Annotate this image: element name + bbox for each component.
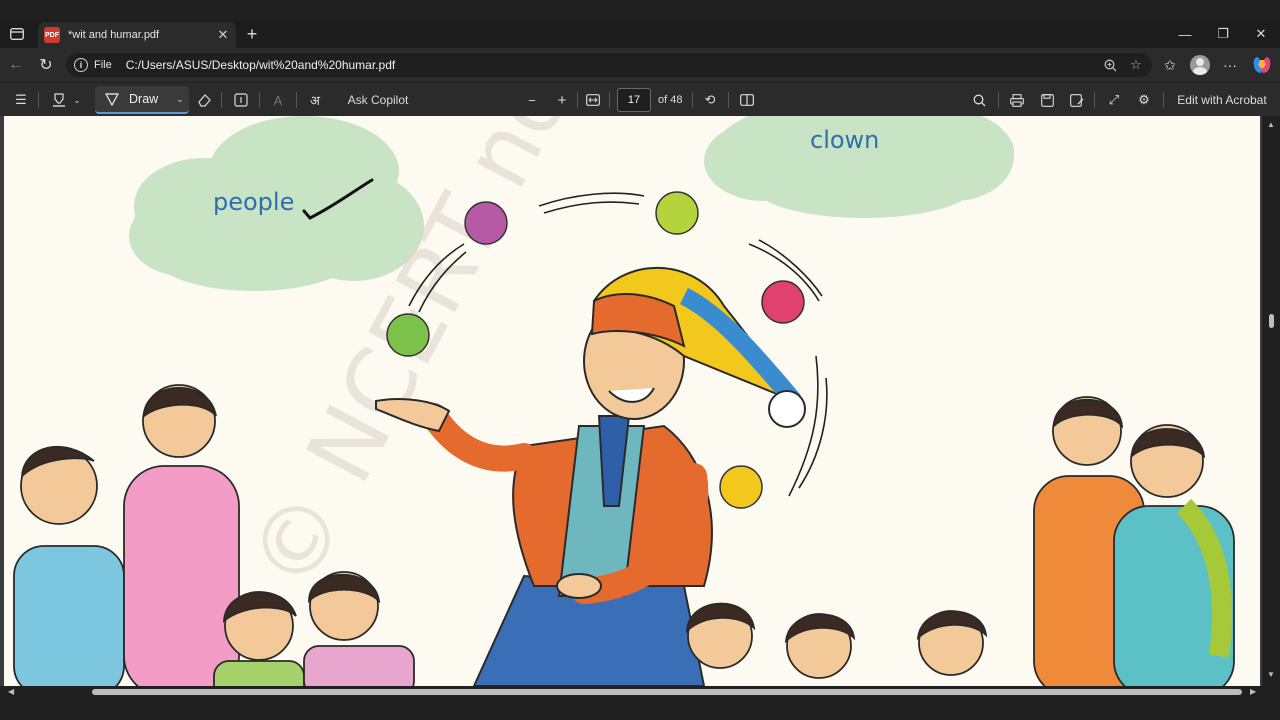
minimize-icon[interactable]: — bbox=[1166, 20, 1204, 48]
horizontal-scroll-thumb[interactable] bbox=[92, 689, 1242, 695]
scroll-up-icon[interactable]: ▲ bbox=[1267, 120, 1275, 129]
ask-copilot-button[interactable]: Ask Copilot bbox=[347, 83, 409, 117]
draw-button[interactable]: Draw ⌄ bbox=[95, 86, 189, 114]
browser-window: PDF *wit and humar.pdf ✕ + — ❐ ✕ ← ↻ i F… bbox=[0, 0, 1280, 720]
translate-icon[interactable]: अ bbox=[304, 83, 326, 117]
divider bbox=[1094, 92, 1095, 108]
window-controls: — ❐ ✕ bbox=[1166, 20, 1280, 48]
eraser-icon[interactable] bbox=[193, 83, 215, 117]
zoom-in-icon[interactable]: + bbox=[552, 83, 572, 117]
save-as-icon[interactable] bbox=[1067, 83, 1087, 117]
edit-with-acrobat-button[interactable]: Edit with Acrobat bbox=[1172, 83, 1272, 117]
save-icon[interactable] bbox=[1037, 83, 1057, 117]
cloud-word-clown: clown bbox=[810, 126, 880, 154]
restore-icon[interactable]: ❐ bbox=[1204, 20, 1242, 48]
rotate-icon[interactable]: ⟲ bbox=[700, 83, 720, 117]
read-aloud-icon[interactable]: Aᐧ bbox=[268, 83, 290, 117]
divider bbox=[692, 92, 693, 108]
divider bbox=[728, 92, 729, 108]
zoom-icon[interactable] bbox=[1100, 55, 1120, 75]
text-box-icon[interactable] bbox=[230, 83, 252, 117]
pdf-toolbar: ☰ ⌄ Draw ⌄ Aᐧ अ Ask Copilot − + 17 of 48… bbox=[0, 82, 1280, 116]
close-tab-icon[interactable]: ✕ bbox=[214, 26, 232, 44]
contents-list-icon[interactable]: ☰ bbox=[10, 83, 32, 117]
cloud-word-people: people bbox=[213, 188, 295, 216]
page-total-label: of 48 bbox=[658, 94, 683, 106]
pdf-page: © NCERT not to be republished bbox=[4, 116, 1260, 686]
address-bar[interactable]: i File C:/Users/ASUS/Desktop/wit%20and%2… bbox=[66, 53, 1152, 77]
divider bbox=[577, 92, 578, 108]
tab-strip: PDF *wit and humar.pdf ✕ + — ❐ ✕ bbox=[0, 20, 1280, 48]
close-window-icon[interactable]: ✕ bbox=[1242, 20, 1280, 48]
audience-right bbox=[685, 396, 1235, 686]
favorites-icon[interactable]: ✩ bbox=[1159, 55, 1181, 75]
divider bbox=[1163, 92, 1164, 108]
address-bar-row: ← ↻ i File C:/Users/ASUS/Desktop/wit%20a… bbox=[0, 48, 1280, 82]
more-menu-icon[interactable]: ··· bbox=[1219, 55, 1241, 75]
chevron-down-icon: ⌄ bbox=[176, 93, 184, 104]
divider bbox=[259, 92, 260, 108]
draw-label: Draw bbox=[129, 92, 159, 106]
draw-pen-icon bbox=[105, 93, 119, 106]
scroll-right-icon[interactable]: ▶ bbox=[1250, 687, 1256, 696]
divider bbox=[609, 92, 610, 108]
tab-title: *wit and humar.pdf bbox=[68, 29, 160, 41]
print-icon[interactable] bbox=[1007, 83, 1027, 117]
pdf-file-icon: PDF bbox=[44, 27, 60, 43]
search-icon[interactable] bbox=[969, 83, 989, 117]
favorite-star-icon[interactable]: ☆ bbox=[1126, 55, 1146, 75]
expand-icon[interactable]: ⤢ bbox=[1104, 83, 1124, 117]
divider bbox=[998, 92, 999, 108]
refresh-icon[interactable]: ↻ bbox=[36, 55, 56, 75]
divider bbox=[38, 92, 39, 108]
horizontal-scrollbar[interactable]: ◀ ▶ bbox=[0, 686, 1280, 698]
url-scheme: File bbox=[94, 59, 112, 71]
settings-gear-icon[interactable]: ⚙ bbox=[1134, 83, 1154, 117]
page-number-input[interactable]: 17 bbox=[617, 88, 651, 112]
page-view-icon[interactable] bbox=[737, 83, 757, 117]
scroll-down-icon[interactable]: ▼ bbox=[1267, 670, 1275, 679]
copilot-icon[interactable] bbox=[1252, 56, 1272, 74]
site-info-icon[interactable]: i bbox=[74, 58, 88, 72]
divider bbox=[296, 92, 297, 108]
zoom-out-icon[interactable]: − bbox=[522, 83, 542, 117]
tab-active[interactable]: PDF *wit and humar.pdf ✕ bbox=[38, 22, 236, 48]
vertical-scroll-thumb[interactable] bbox=[1269, 314, 1274, 328]
tab-actions-icon[interactable] bbox=[6, 24, 28, 44]
vertical-scrollbar[interactable]: ▲ ▼ bbox=[1262, 116, 1280, 686]
scroll-left-icon[interactable]: ◀ bbox=[8, 687, 14, 696]
new-tab-icon[interactable]: + bbox=[242, 24, 262, 44]
fit-page-icon[interactable] bbox=[583, 83, 603, 117]
highlight-tool-icon[interactable]: ⌄ bbox=[46, 83, 86, 117]
url-text[interactable]: C:/Users/ASUS/Desktop/wit%20and%20humar.… bbox=[126, 58, 1100, 72]
back-arrow-icon[interactable]: ← bbox=[6, 55, 26, 75]
divider bbox=[221, 92, 222, 108]
profile-avatar[interactable] bbox=[1190, 55, 1210, 75]
pdf-viewer[interactable]: © NCERT not to be republished bbox=[0, 116, 1280, 686]
page-illustration: © NCERT not to be republished bbox=[13, 116, 1235, 686]
